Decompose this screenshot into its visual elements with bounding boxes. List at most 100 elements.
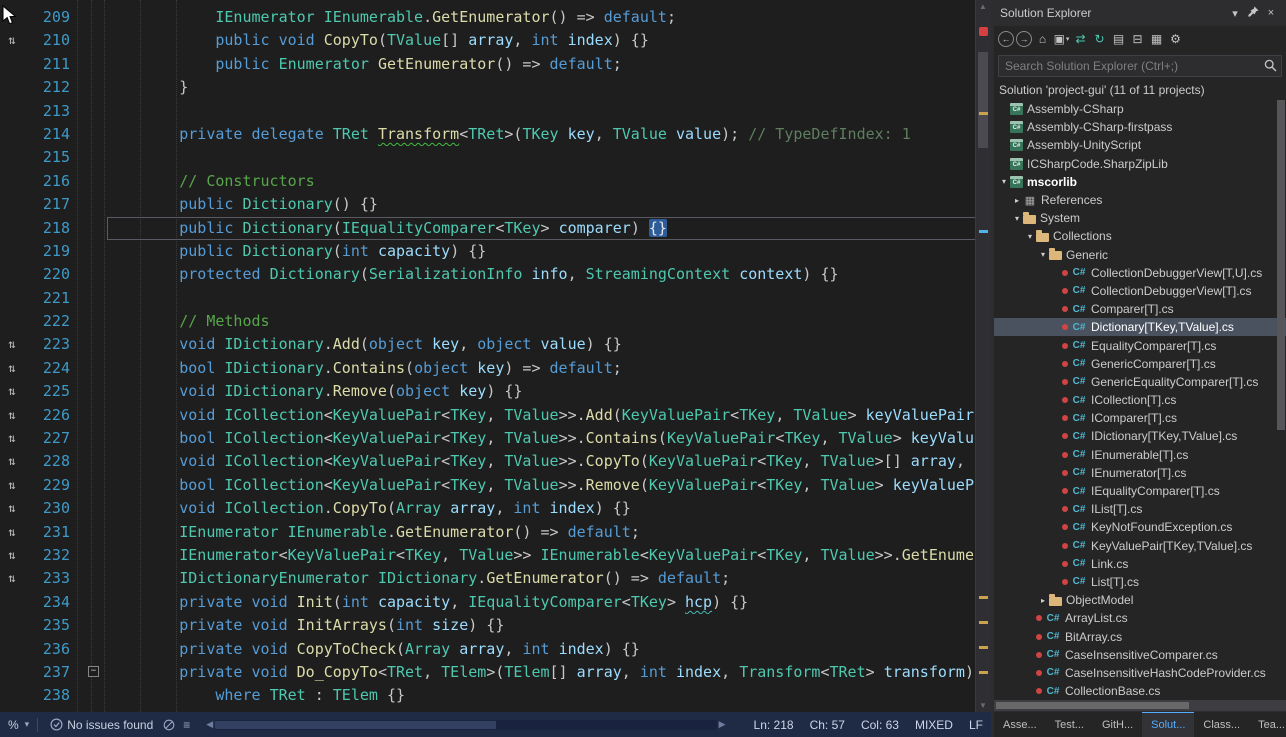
fold-margin[interactable] — [79, 614, 107, 637]
line-number[interactable]: 216 — [24, 170, 79, 193]
tool-tab-class[interactable]: Class... — [1194, 712, 1249, 737]
scrollbar-thumb[interactable] — [978, 52, 988, 148]
tree-item[interactable]: C#Dictionary[TKey,TValue].cs — [994, 318, 1286, 336]
fold-margin[interactable] — [79, 123, 107, 146]
line-number[interactable]: 236 — [24, 638, 79, 661]
tree-item[interactable]: C#CollectionBase.cs — [994, 682, 1286, 700]
fold-margin[interactable] — [79, 193, 107, 216]
pin-icon[interactable] — [1244, 6, 1262, 20]
code-line-239[interactable]: private static KeyValuePair<TKey, TValue… — [107, 708, 991, 712]
line-number[interactable]: 223 — [24, 333, 79, 356]
glyph-margin[interactable] — [0, 53, 24, 76]
scroll-down-icon[interactable]: ▼ — [976, 701, 990, 710]
tree-item[interactable]: C#CollectionDebuggerView[T].cs — [994, 282, 1286, 300]
hscroll-thumb[interactable] — [996, 702, 1189, 709]
implements-override-glyph-icon[interactable]: ⇅ — [0, 427, 24, 450]
glyph-margin[interactable] — [0, 591, 24, 614]
tool-tab-asse[interactable]: Asse... — [994, 712, 1046, 737]
tree-item[interactable]: C#ICSharpCode.SharpZipLib — [994, 155, 1286, 173]
code-line-230[interactable]: void ICollection.CopyTo(Array array, int… — [107, 497, 991, 520]
implements-override-glyph-icon[interactable]: ⇅ — [0, 521, 24, 544]
scroll-left-icon[interactable]: ◀ — [204, 719, 215, 730]
tree-item[interactable]: C#ArrayList.cs — [994, 609, 1286, 627]
line-number[interactable]: 231 — [24, 521, 79, 544]
line-number[interactable]: 219 — [24, 240, 79, 263]
fold-margin[interactable] — [79, 263, 107, 286]
solution-root-label[interactable]: Solution 'project-gui' (11 of 11 project… — [994, 80, 1286, 100]
code-line-209[interactable]: IEnumerator IEnumerable.GetEnumerator() … — [107, 6, 991, 29]
line-number[interactable]: 218 — [24, 217, 79, 240]
fold-margin[interactable] — [79, 76, 107, 99]
fold-margin[interactable] — [79, 357, 107, 380]
scroll-up-icon[interactable]: ▲ — [976, 2, 990, 11]
code-line-223[interactable]: void IDictionary.Add(object key, object … — [107, 333, 991, 356]
fold-margin[interactable] — [79, 240, 107, 263]
implements-override-glyph-icon[interactable]: ⇅ — [0, 474, 24, 497]
tree-item[interactable]: C#List[T].cs — [994, 573, 1286, 591]
code-line-234[interactable]: private void Init(int capacity, IEqualit… — [107, 591, 991, 614]
tree-item[interactable]: C#CaseInsensitiveComparer.cs — [994, 646, 1286, 664]
code-line-237[interactable]: private void Do_CopyTo<TRet, TElem>(TEle… — [107, 661, 991, 684]
code-line-220[interactable]: protected Dictionary(SerializationInfo i… — [107, 263, 991, 286]
code-line-218[interactable]: public Dictionary(IEqualityComparer<TKey… — [107, 217, 991, 240]
code-line-214[interactable]: private delegate TRet Transform<TRet>(TK… — [107, 123, 991, 146]
glyph-margin[interactable] — [0, 684, 24, 707]
glyph-margin[interactable] — [0, 100, 24, 123]
implements-override-glyph-icon[interactable]: ⇅ — [0, 450, 24, 473]
tree-item[interactable]: C#GenericEqualityComparer[T].cs — [994, 373, 1286, 391]
eol-indicator[interactable]: LF — [969, 718, 983, 732]
expander-expanded-icon[interactable]: ▾ — [1037, 250, 1049, 259]
glyph-margin[interactable] — [0, 123, 24, 146]
tree-item[interactable]: C#Assembly-CSharp-firstpass — [994, 118, 1286, 136]
scroll-right-icon[interactable]: ▶ — [717, 719, 728, 730]
fold-margin[interactable] — [79, 521, 107, 544]
fold-margin[interactable]: − — [79, 661, 107, 684]
tree-item[interactable]: C#EqualityComparer[T].cs — [994, 336, 1286, 354]
tree-item[interactable]: C#KeyNotFoundException.cs — [994, 518, 1286, 536]
code-line-231[interactable]: IEnumerator IEnumerable.GetEnumerator() … — [107, 521, 991, 544]
code-line-210[interactable]: public void CopyTo(TValue[] array, int i… — [107, 29, 991, 52]
tree-item[interactable]: C#Comparer[T].cs — [994, 300, 1286, 318]
code-editor[interactable]: 209 IEnumerator IEnumerable.GetEnumerato… — [0, 0, 991, 712]
fold-margin[interactable] — [79, 53, 107, 76]
tree-item[interactable]: ▾Generic — [994, 246, 1286, 264]
line-number[interactable]: 210 — [24, 29, 79, 52]
sync-with-active-document-button[interactable]: ⇄ — [1072, 30, 1089, 48]
line-number[interactable]: 215 — [24, 146, 79, 169]
fold-margin[interactable] — [79, 100, 107, 123]
home-button[interactable]: ⌂ — [1034, 30, 1051, 48]
glyph-margin[interactable] — [0, 240, 24, 263]
code-line-211[interactable]: public Enumerator GetEnumerator() => def… — [107, 53, 991, 76]
line-number[interactable]: 224 — [24, 357, 79, 380]
line-number[interactable]: 226 — [24, 404, 79, 427]
switch-views-button[interactable]: ▣▾ — [1053, 30, 1070, 48]
line-number[interactable]: 234 — [24, 591, 79, 614]
code-line-235[interactable]: private void InitArrays(int size) {} — [107, 614, 991, 637]
tree-item[interactable]: ▾System — [994, 209, 1286, 227]
code-line-233[interactable]: IDictionaryEnumerator IDictionary.GetEnu… — [107, 567, 991, 590]
line-number[interactable]: 213 — [24, 100, 79, 123]
line-number[interactable]: 212 — [24, 76, 79, 99]
indent-mode-indicator[interactable]: MIXED — [915, 718, 953, 732]
tree-item[interactable]: ▾Collections — [994, 227, 1286, 245]
line-number[interactable]: 233 — [24, 567, 79, 590]
refresh-button[interactable]: ↻ — [1091, 30, 1108, 48]
glyph-margin[interactable] — [0, 661, 24, 684]
fold-margin[interactable] — [79, 29, 107, 52]
fold-margin[interactable] — [79, 380, 107, 403]
code-line-227[interactable]: bool ICollection<KeyValuePair<TKey, TVal… — [107, 427, 991, 450]
fold-margin[interactable] — [79, 684, 107, 707]
code-line-225[interactable]: void IDictionary.Remove(object key) {} — [107, 380, 991, 403]
line-number[interactable]: 222 — [24, 310, 79, 333]
line-number[interactable]: 235 — [24, 614, 79, 637]
fold-margin[interactable] — [79, 6, 107, 29]
expander-expanded-icon[interactable]: ▾ — [1011, 214, 1023, 223]
code-line-219[interactable]: public Dictionary(int capacity) {} — [107, 240, 991, 263]
tree-item[interactable]: ▾C#mscorlib — [994, 173, 1286, 191]
fold-margin[interactable] — [79, 450, 107, 473]
document-options-icon[interactable]: ≡ — [183, 718, 190, 732]
new-filtered-view-button[interactable]: ▤ — [1110, 30, 1127, 48]
fold-toggle-icon[interactable]: − — [88, 666, 99, 677]
health-check-icon[interactable] — [50, 718, 63, 731]
line-number[interactable]: 211 — [24, 53, 79, 76]
